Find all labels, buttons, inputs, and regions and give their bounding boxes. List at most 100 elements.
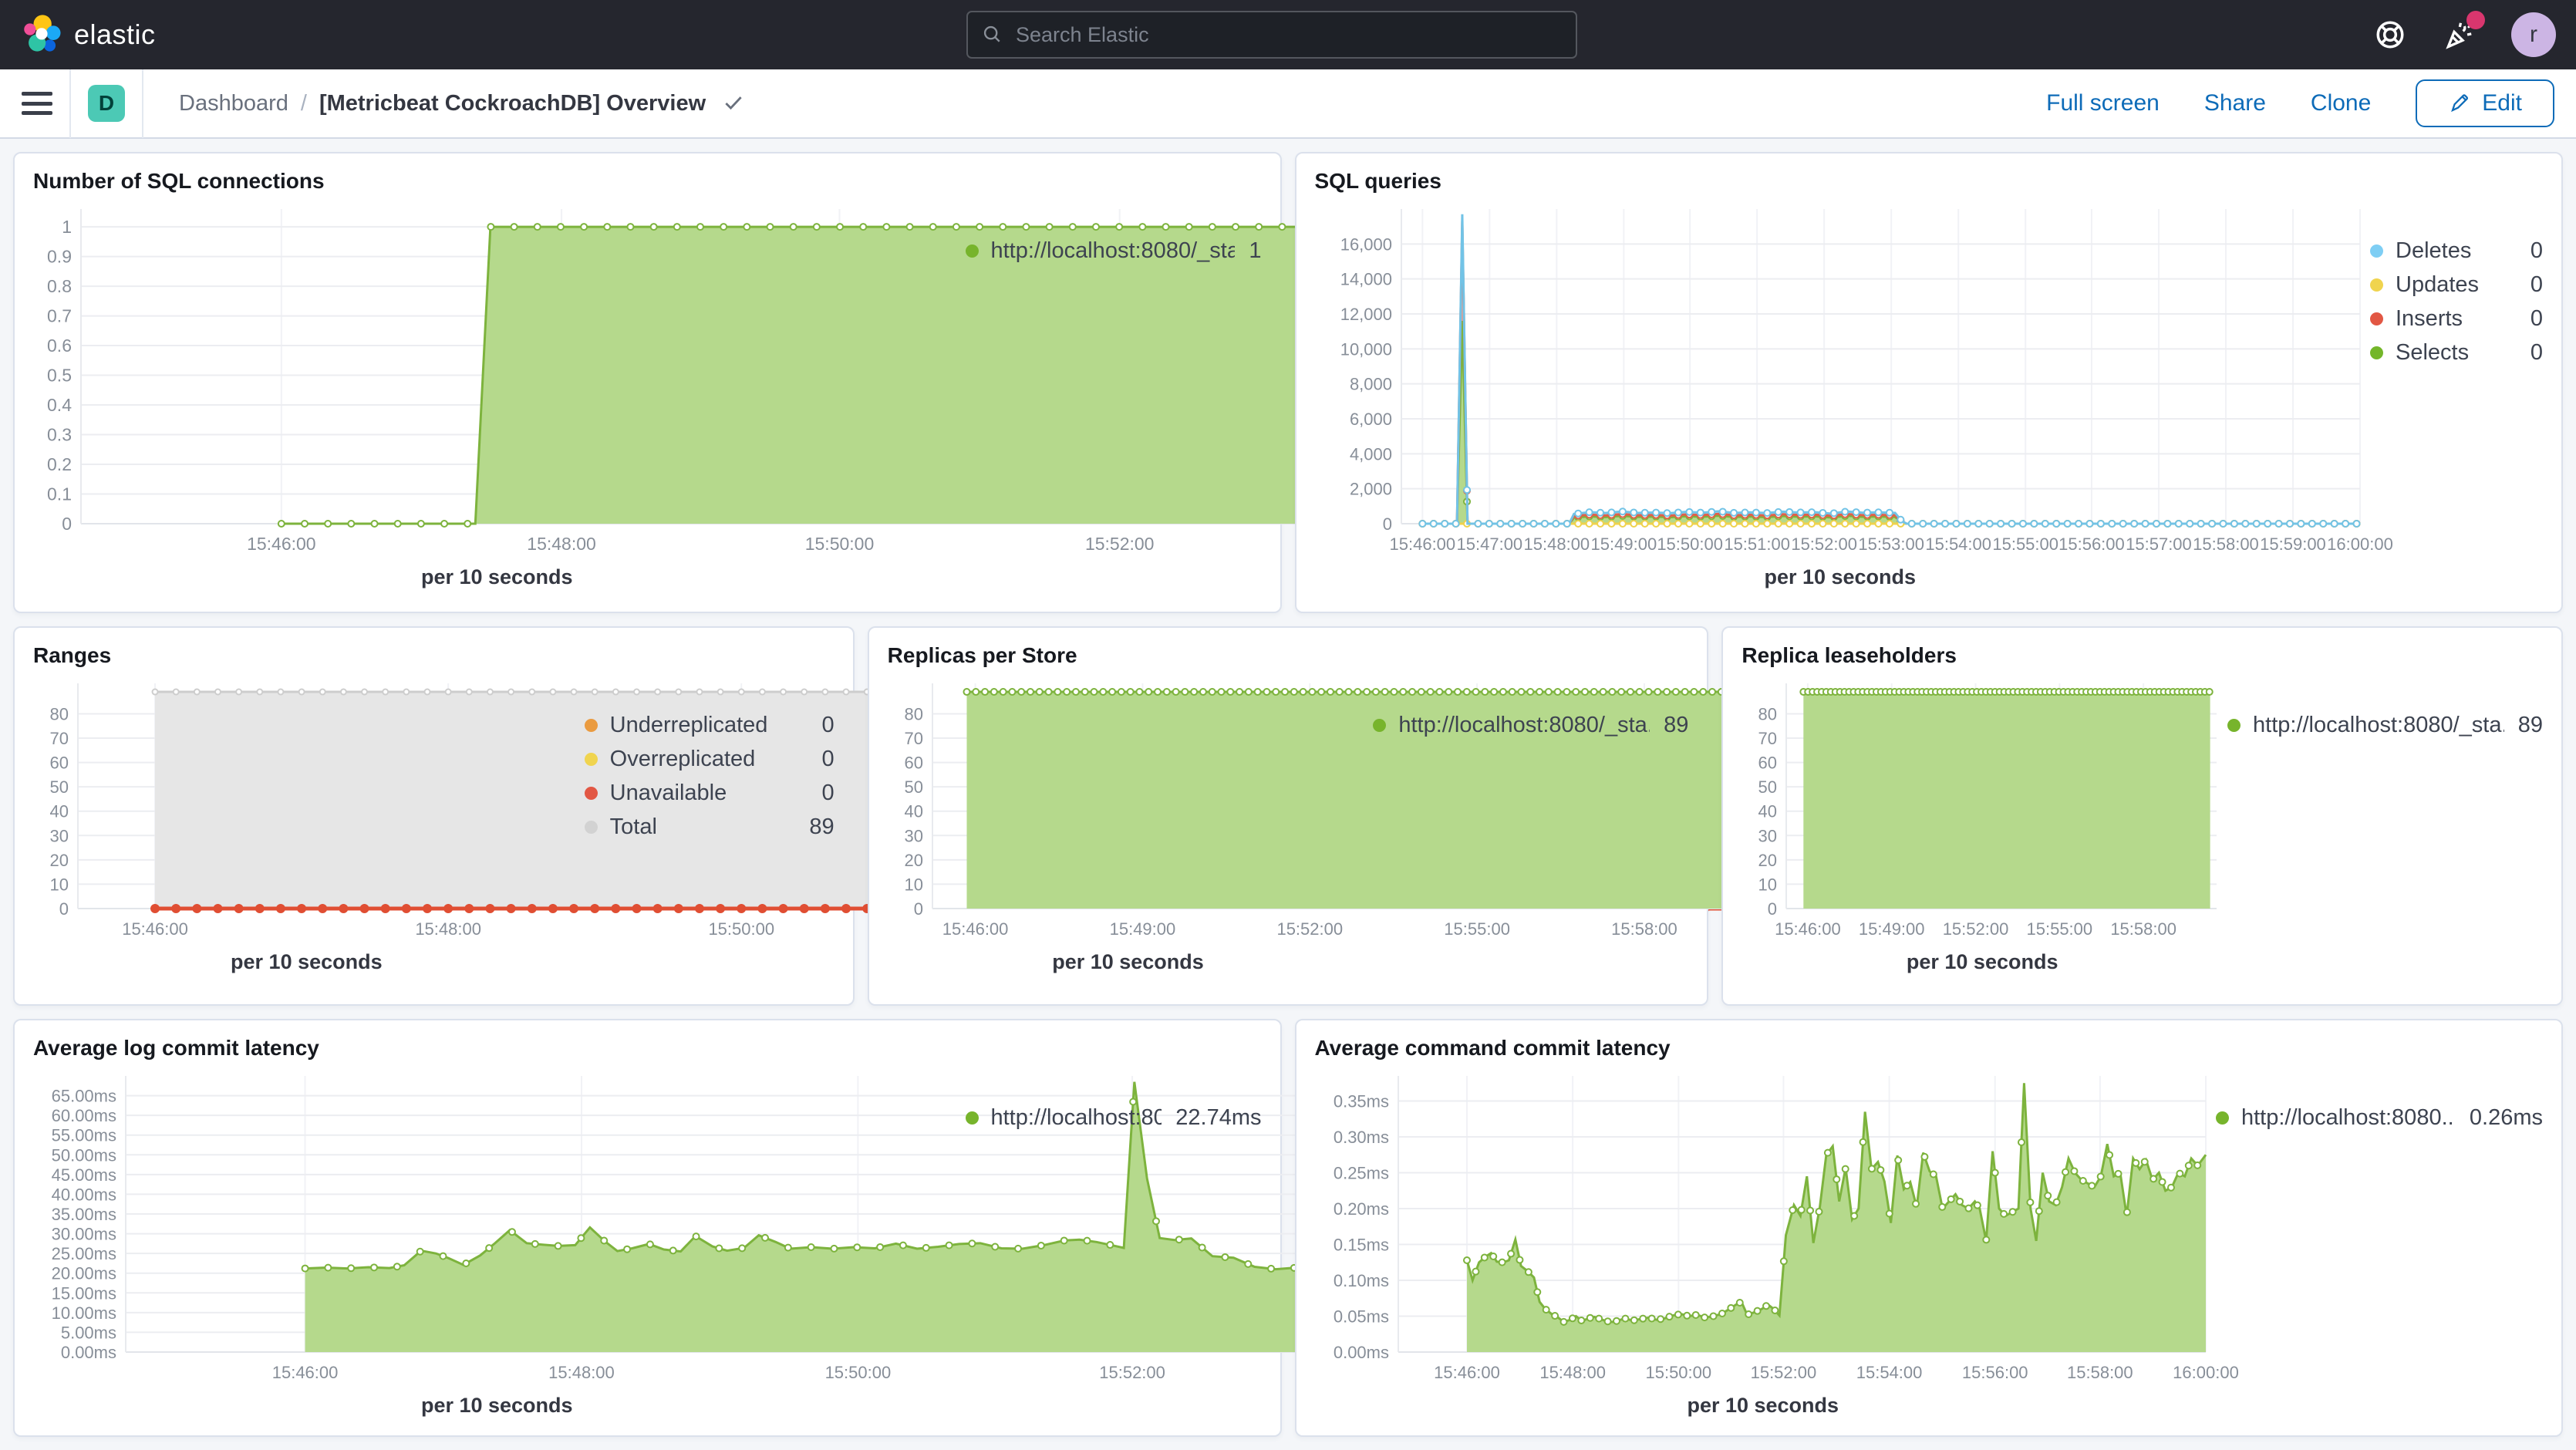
svg-text:15:58:00: 15:58:00 xyxy=(2067,1363,2133,1382)
legend-value: 1 xyxy=(1249,238,1261,264)
help-icon[interactable] xyxy=(2372,17,2408,52)
legend-label: http://localhost:808... xyxy=(991,1105,1162,1131)
search-input[interactable] xyxy=(1014,22,1562,48)
legend-item[interactable]: http://localhost:8080/_sta...89 xyxy=(1373,708,1688,742)
legend-item[interactable]: Selects0 xyxy=(2370,336,2543,369)
svg-text:16,000: 16,000 xyxy=(1340,234,1391,254)
dashboard-grid: Number of SQL connections 15:46:0015:48:… xyxy=(0,139,2576,1450)
svg-text:40.00ms: 40.00ms xyxy=(52,1185,116,1204)
panel-title: Average command commit latency xyxy=(1315,1036,2544,1061)
svg-text:15:48:00: 15:48:00 xyxy=(548,1363,615,1382)
chart-ranges[interactable]: 15:46:0015:48:0015:50:0015:52:0015:54:00… xyxy=(33,674,580,946)
svg-text:10,000: 10,000 xyxy=(1340,339,1391,359)
svg-text:15:50:00: 15:50:00 xyxy=(1657,534,1723,554)
svg-text:20: 20 xyxy=(50,851,69,870)
full-screen-button[interactable]: Full screen xyxy=(2046,90,2160,116)
svg-text:15:46:00: 15:46:00 xyxy=(1389,534,1455,554)
panel-replica-leaseholders: Replica leaseholders 15:46:0015:49:0015:… xyxy=(1721,626,2563,1006)
chart-replicas-per-store[interactable]: 15:46:0015:49:0015:52:0015:55:0015:58:00… xyxy=(888,674,1369,946)
svg-text:5.00ms: 5.00ms xyxy=(61,1323,116,1342)
legend-item[interactable]: http://localhost:808...22.74ms xyxy=(966,1101,1262,1135)
elastic-logo[interactable]: elastic xyxy=(20,13,156,56)
svg-text:0: 0 xyxy=(913,899,922,919)
panel-sql-connections: Number of SQL connections 15:46:0015:48:… xyxy=(13,152,1282,613)
svg-text:10: 10 xyxy=(1758,875,1777,894)
svg-text:15:46:00: 15:46:00 xyxy=(1775,919,1841,939)
svg-text:55.00ms: 55.00ms xyxy=(52,1126,116,1145)
share-button[interactable]: Share xyxy=(2204,90,2266,116)
legend-item[interactable]: Deletes0 xyxy=(2370,234,2543,268)
legend-item[interactable]: Total89 xyxy=(585,810,835,844)
legend-item[interactable]: Inserts0 xyxy=(2370,302,2543,336)
svg-text:0.25ms: 0.25ms xyxy=(1333,1164,1388,1183)
svg-text:0.9: 0.9 xyxy=(47,247,72,267)
svg-text:15:58:00: 15:58:00 xyxy=(2111,919,2177,939)
legend-dot xyxy=(1373,719,1386,732)
page-title: [Metricbeat CockroachDB] Overview xyxy=(319,91,706,116)
legend-dot xyxy=(2370,346,2383,359)
svg-text:15:49:00: 15:49:00 xyxy=(1590,534,1657,554)
panel-replicas-per-store: Replicas per Store 15:46:0015:49:0015:52… xyxy=(868,626,1709,1006)
edit-button[interactable]: Edit xyxy=(2416,79,2554,127)
menu-icon[interactable] xyxy=(22,92,52,115)
chart-sql-connections[interactable]: 15:46:0015:48:0015:50:0015:52:0015:54:00… xyxy=(33,200,961,561)
legend-item[interactable]: http://localhost:8080/_sta... 89 xyxy=(2227,708,2543,742)
svg-text:0.8: 0.8 xyxy=(47,276,72,296)
svg-text:80: 80 xyxy=(1758,704,1777,723)
svg-text:15:46:00: 15:46:00 xyxy=(247,534,316,554)
legend-item[interactable]: Updates0 xyxy=(2370,268,2543,302)
user-avatar[interactable]: r xyxy=(2511,12,2556,57)
legend-item[interactable]: Unavailable0 xyxy=(585,776,835,810)
svg-text:15:46:00: 15:46:00 xyxy=(272,1363,339,1382)
svg-text:15:52:00: 15:52:00 xyxy=(1791,534,1857,554)
svg-text:15:50:00: 15:50:00 xyxy=(825,1363,892,1382)
svg-text:60.00ms: 60.00ms xyxy=(52,1106,116,1125)
legend-value: 89 xyxy=(2518,713,2543,738)
svg-text:15:46:00: 15:46:00 xyxy=(1434,1363,1500,1382)
logo-text: elastic xyxy=(74,19,156,51)
svg-text:0.00ms: 0.00ms xyxy=(61,1343,116,1362)
chart-avg-log-commit-latency[interactable]: 15:46:0015:48:0015:50:0015:52:0015:54:00… xyxy=(33,1067,961,1389)
legend-item[interactable]: Underreplicated0 xyxy=(585,708,835,742)
svg-text:0.00ms: 0.00ms xyxy=(1333,1343,1388,1362)
breadcrumb-separator: / xyxy=(301,91,307,116)
legend-item[interactable]: http://localhost:8080/_stat...1 xyxy=(966,234,1262,268)
legend-label: Inserts xyxy=(2396,306,2517,332)
chart-replica-leaseholders[interactable]: 15:46:0015:49:0015:52:0015:55:0015:58:00… xyxy=(1741,674,2223,946)
legend-label: Underreplicated xyxy=(610,713,808,738)
legend-dot xyxy=(2370,278,2383,292)
svg-text:0.10ms: 0.10ms xyxy=(1333,1271,1388,1290)
title-menu-icon[interactable] xyxy=(723,93,744,114)
legend-dot xyxy=(2370,312,2383,325)
svg-text:15:56:00: 15:56:00 xyxy=(1961,1363,2028,1382)
dashboard-app-badge[interactable]: D xyxy=(88,85,125,122)
legend-label: http://localhost:8080/_sta... xyxy=(2253,713,2504,738)
svg-text:1: 1 xyxy=(62,217,72,237)
chart-avg-command-commit-latency[interactable]: 15:46:0015:48:0015:50:0015:52:0015:54:00… xyxy=(1315,1067,2212,1389)
notification-dot xyxy=(2466,11,2485,29)
newsfeed-icon[interactable] xyxy=(2442,17,2477,52)
svg-text:2,000: 2,000 xyxy=(1349,480,1391,499)
panel-title: Replicas per Store xyxy=(888,643,1689,668)
svg-text:15:48:00: 15:48:00 xyxy=(527,534,596,554)
breadcrumb: Dashboard / [Metricbeat CockroachDB] Ove… xyxy=(179,91,744,116)
legend-value: 0 xyxy=(2530,238,2543,264)
panel-title: Ranges xyxy=(33,643,835,668)
svg-text:60: 60 xyxy=(50,754,69,773)
chart-sql-queries[interactable]: 15:46:0015:47:0015:48:0015:49:0015:50:00… xyxy=(1315,200,2366,561)
legend-item[interactable]: Overreplicated0 xyxy=(585,742,835,776)
svg-text:0.3: 0.3 xyxy=(47,425,72,445)
x-axis-label: per 10 seconds xyxy=(33,565,961,589)
clone-button[interactable]: Clone xyxy=(2311,90,2371,116)
pencil-icon xyxy=(2448,92,2471,115)
svg-text:60: 60 xyxy=(1758,754,1777,773)
svg-text:0: 0 xyxy=(1768,899,1777,919)
svg-text:0: 0 xyxy=(1382,514,1391,534)
svg-text:30: 30 xyxy=(1758,826,1777,845)
legend-item[interactable]: http://localhost:8080...0.26ms xyxy=(2216,1101,2543,1135)
top-header: elastic r xyxy=(0,0,2576,69)
search-icon xyxy=(982,24,1003,46)
svg-text:15:46:00: 15:46:00 xyxy=(942,919,1008,939)
legend-label: Selects xyxy=(2396,340,2517,366)
breadcrumb-dashboard[interactable]: Dashboard xyxy=(179,91,288,116)
